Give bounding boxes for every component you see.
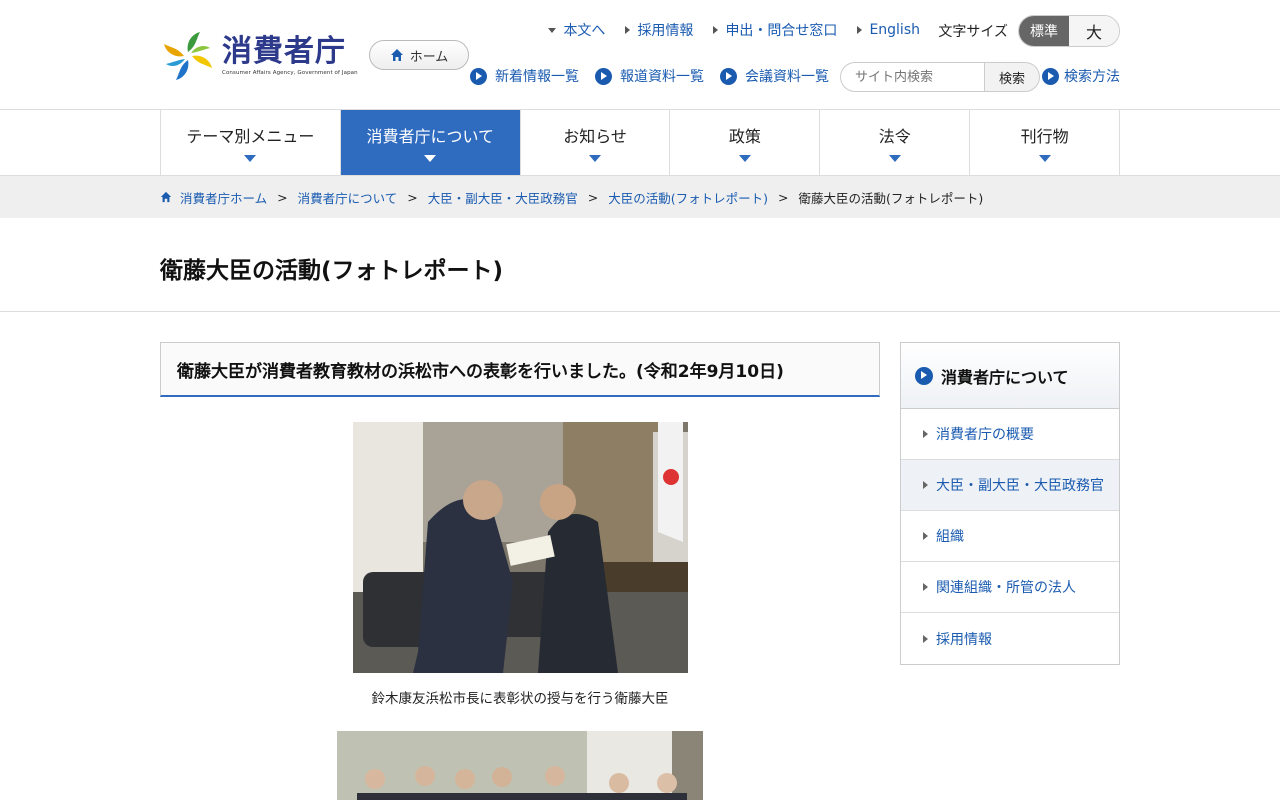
circle-arrow-icon [595, 67, 612, 85]
breadcrumb-separator: > [277, 189, 288, 205]
breadcrumb-home[interactable]: 消費者庁ホーム [180, 188, 267, 207]
caret-down-icon [888, 155, 901, 162]
font-size-large-button[interactable]: 大 [1069, 16, 1119, 46]
breadcrumb: 消費者庁ホーム > 消費者庁について > 大臣・副大臣・大臣政務官 > 大臣の活… [0, 176, 1280, 218]
gnav-news[interactable]: お知らせ [521, 110, 671, 175]
search-button[interactable]: 検索 [984, 62, 1040, 92]
search-input[interactable] [840, 62, 984, 92]
recruit-link[interactable]: 採用情報 [625, 20, 693, 40]
circle-arrow-icon [915, 366, 933, 385]
page-title-area: 衛藤大臣の活動(フォトレポート) [0, 218, 1280, 312]
breadcrumb-separator: > [407, 189, 418, 205]
group-photo [337, 731, 703, 800]
page-title: 衛藤大臣の活動(フォトレポート) [160, 258, 504, 284]
english-link[interactable]: English [857, 20, 920, 40]
breadcrumb-activities[interactable]: 大臣の活動(フォトレポート) [608, 188, 768, 207]
arrow-right-icon [923, 481, 928, 489]
arrow-right-icon [923, 634, 928, 643]
caret-down-icon [424, 155, 437, 162]
circle-arrow-icon [470, 67, 487, 85]
top-links: 本文へ 採用情報 申出・問合せ窓口 English [548, 20, 920, 40]
arrow-right-icon [923, 430, 928, 438]
arrow-right-icon [923, 532, 928, 540]
caret-down-icon [1038, 155, 1051, 162]
site-logo[interactable]: 消費者庁 Consumer Affairs Agency, Government… [160, 30, 358, 82]
meeting-list-link[interactable]: 会議資料一覧 [720, 66, 829, 86]
caret-down-icon [738, 155, 751, 162]
gnav-theme-menu[interactable]: テーマ別メニュー [161, 110, 341, 175]
site-header: 消費者庁 Consumer Affairs Agency, Government… [0, 0, 1280, 110]
arrow-right-icon [713, 26, 719, 34]
font-size-standard-button[interactable]: 標準 [1019, 16, 1069, 46]
side-menu-title[interactable]: 消費者庁について [901, 343, 1119, 409]
font-size-switcher: 文字サイズ 標準 大 [938, 15, 1120, 47]
photo-figure-1: 鈴木康友浜松市長に表彰状の授与を行う衛藤大臣 [352, 422, 688, 707]
side-item-overview[interactable]: 消費者庁の概要 [901, 409, 1119, 460]
logo-subtitle: Consumer Affairs Agency, Government of J… [222, 70, 358, 76]
gnav-publications[interactable]: 刊行物 [970, 110, 1120, 175]
side-item-ministers[interactable]: 大臣・副大臣・大臣政務官 [901, 460, 1119, 511]
gnav-about[interactable]: 消費者庁について [340, 110, 521, 175]
home-button-label: ホーム [409, 49, 449, 65]
breadcrumb-separator: > [587, 189, 599, 205]
photo-figure-2 [337, 731, 703, 800]
side-item-organization[interactable]: 組織 [901, 511, 1119, 562]
news-list-link[interactable]: 新着情報一覧 [470, 66, 579, 86]
home-icon [390, 49, 403, 61]
home-icon [160, 191, 172, 203]
main-content: 衛藤大臣が消費者教育教材の浜松市への表彰を行いました。(令和2年9月10日) 鈴… [160, 342, 880, 800]
side-item-recruit[interactable]: 採用情報 [901, 613, 1119, 664]
arrow-right-icon [857, 26, 863, 34]
article-heading: 衛藤大臣が消費者教育教材の浜松市への表彰を行いました。(令和2年9月10日) [160, 342, 880, 397]
arrow-down-icon [548, 27, 557, 33]
gnav-policy[interactable]: 政策 [670, 110, 821, 175]
caret-down-icon [244, 155, 257, 162]
breadcrumb-ministers[interactable]: 大臣・副大臣・大臣政務官 [428, 188, 578, 207]
side-menu: 消費者庁について 消費者庁の概要 大臣・副大臣・大臣政務官 組織 関連組織・所管… [900, 342, 1120, 665]
side-item-related-orgs[interactable]: 関連組織・所管の法人 [901, 562, 1119, 613]
global-nav: テーマ別メニュー 消費者庁について お知らせ 政策 法令 刊行物 [0, 110, 1280, 176]
search-help-link[interactable]: 検索方法 [1042, 66, 1120, 86]
logo-title: 消費者庁 [222, 34, 346, 69]
press-list-link[interactable]: 報道資料一覧 [595, 66, 704, 86]
award-ceremony-photo [352, 422, 688, 673]
sub-links: 新着情報一覧 報道資料一覧 会議資料一覧 [470, 66, 829, 86]
photo-caption-1: 鈴木康友浜松市長に表彰状の授与を行う衛藤大臣 [371, 691, 669, 707]
skip-to-content-link[interactable]: 本文へ [548, 20, 605, 40]
gnav-laws[interactable]: 法令 [820, 110, 971, 175]
breadcrumb-current: 衛藤大臣の活動(フォトレポート) [798, 190, 984, 206]
arrow-right-icon [625, 26, 631, 34]
caret-down-icon [589, 155, 602, 162]
home-button[interactable]: ホーム [369, 40, 469, 70]
font-size-label: 文字サイズ [938, 24, 1008, 40]
breadcrumb-about[interactable]: 消費者庁について [298, 188, 398, 207]
site-search: 検索 [840, 62, 1040, 92]
content-area: 衛藤大臣が消費者教育教材の浜松市への表彰を行いました。(令和2年9月10日) 鈴… [160, 342, 1120, 800]
circle-arrow-icon [1042, 67, 1059, 85]
circle-arrow-icon [720, 67, 737, 85]
arrow-right-icon [923, 583, 928, 591]
logo-mark-icon [160, 30, 216, 82]
contact-link[interactable]: 申出・問合せ窓口 [713, 20, 837, 40]
breadcrumb-separator: > [778, 189, 789, 205]
